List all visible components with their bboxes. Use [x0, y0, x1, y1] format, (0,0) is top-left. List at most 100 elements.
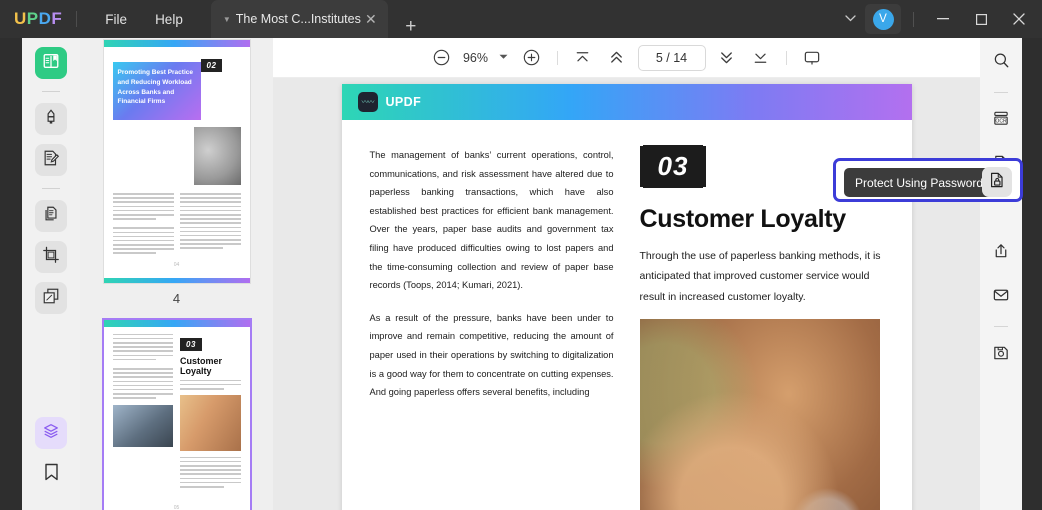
- toolbar-divider: [785, 50, 787, 65]
- marker-pen-icon: [42, 108, 60, 131]
- pdf-page: 〰〰 UPDF The management of banks’ current…: [341, 84, 912, 510]
- minimize-button[interactable]: [924, 0, 962, 38]
- thumbnail-page-number: 4: [172, 290, 181, 306]
- thumbnail-header-bar: [103, 319, 250, 327]
- zoom-level-value: 96%: [462, 50, 489, 65]
- thumbnail-photo: [193, 127, 241, 185]
- search-icon: [993, 52, 1010, 74]
- document-viewer: 96% 5 / 14 〰〰 UPDF The management of ban…: [273, 38, 980, 510]
- thumbnail-footer-page: 05: [173, 505, 180, 510]
- tooltip-protect-using-password: Protect Using Password: [844, 168, 996, 197]
- left-tool-rail: [22, 38, 80, 510]
- menu-file[interactable]: File: [91, 6, 141, 33]
- thumbnail-item[interactable]: 02 Promoting Best Practice and Reducing …: [80, 38, 273, 320]
- edit-document-icon: [42, 149, 60, 172]
- thumbnail-column-right: 03 Customer Loyalty: [180, 334, 241, 490]
- page-number-input[interactable]: 5 / 14: [637, 44, 706, 71]
- section-number-badge: 03: [639, 146, 707, 187]
- paragraph: The management of banks’ current operati…: [369, 150, 614, 291]
- right-item-save[interactable]: [986, 340, 1016, 370]
- envelope-icon: [992, 286, 1010, 309]
- chevron-down-icon[interactable]: [835, 13, 865, 25]
- thumbnail-header-bar: [103, 40, 250, 47]
- protect-using-password-highlight[interactable]: Protect Using Password: [833, 158, 1023, 202]
- updf-application-window: U P D F File Help ▼ The Most C...Institu…: [0, 0, 1042, 510]
- document-tab[interactable]: ▼ The Most C...Institutes ✕: [210, 0, 388, 38]
- first-page-button[interactable]: [566, 43, 600, 73]
- window-controls-divider: [913, 11, 914, 27]
- pages-icon: [42, 205, 60, 228]
- call-center-agents-photo: [639, 319, 880, 510]
- rail-divider: [994, 92, 1008, 93]
- document-lock-icon: [988, 171, 1006, 194]
- batch-stack-icon: [42, 287, 60, 310]
- maximize-button[interactable]: [962, 0, 1000, 38]
- thumbnail-footer-bar: [103, 277, 250, 283]
- sidebar-item-layers[interactable]: [35, 417, 67, 449]
- sidebar-item-reader[interactable]: [35, 47, 67, 79]
- bookmark-icon: [44, 463, 59, 486]
- logo-letter-p: P: [26, 9, 39, 28]
- sidebar-item-crop[interactable]: [35, 241, 67, 273]
- logo-letter-d: D: [38, 9, 52, 28]
- new-tab-button[interactable]: +: [400, 16, 422, 38]
- right-item-email[interactable]: [986, 282, 1016, 312]
- rail-divider: [994, 326, 1008, 327]
- thumbnail-card-page-5[interactable]: 03 Customer Loyalty 05: [103, 319, 250, 510]
- thumbnail-column-left: [112, 193, 174, 257]
- thumbnail-section-badge: 02: [200, 59, 223, 72]
- tab-close-icon[interactable]: ✕: [362, 11, 380, 28]
- sidebar-item-organize-pages[interactable]: [35, 200, 67, 232]
- svg-text:OCR: OCR: [995, 118, 1007, 124]
- last-page-button[interactable]: [744, 43, 778, 73]
- title-bar: U P D F File Help ▼ The Most C...Institu…: [0, 0, 1042, 38]
- zoom-out-button[interactable]: [425, 43, 459, 73]
- thumbnail-title-block: Promoting Best Practice and Reducing Wor…: [112, 62, 201, 120]
- sidebar-item-highlighter[interactable]: [35, 103, 67, 135]
- toolbar-divider: [556, 50, 558, 65]
- page-brand-name: UPDF: [385, 95, 422, 109]
- avatar: V: [872, 8, 894, 30]
- share-upload-icon: [992, 242, 1010, 265]
- logo-letter-f: F: [51, 9, 63, 28]
- right-item-search[interactable]: [986, 48, 1016, 78]
- next-page-button[interactable]: [710, 43, 744, 73]
- zoom-dropdown-icon[interactable]: [493, 53, 515, 62]
- thumbnail-text-columns: [112, 185, 241, 257]
- page-left-column: The management of banks’ current operati…: [370, 146, 614, 510]
- right-item-ocr[interactable]: OCR: [986, 106, 1016, 136]
- thumbnail-column-left: [112, 333, 173, 490]
- document-toolbar: 96% 5 / 14: [273, 38, 980, 78]
- crop-icon: [42, 246, 60, 269]
- logo-letter-u: U: [14, 9, 27, 28]
- thumbnail-photo-left: [112, 404, 173, 447]
- thumbnail-item[interactable]: 03 Customer Loyalty 05 5: [80, 319, 273, 510]
- thumbnail-body: 03 Customer Loyalty: [104, 327, 250, 500]
- page-brand-header: 〰〰 UPDF: [341, 84, 912, 120]
- thumbnail-body: 02 Promoting Best Practice and Reducing …: [104, 47, 250, 278]
- sidebar-item-batch[interactable]: [35, 282, 67, 314]
- presentation-mode-button[interactable]: [795, 43, 829, 73]
- protect-button[interactable]: [982, 167, 1012, 197]
- thumbnail-column-right: [179, 193, 241, 257]
- section-heading: Customer Loyalty: [639, 205, 847, 233]
- right-tool-rail: OCR: [980, 38, 1022, 510]
- sidebar-item-bookmark[interactable]: [35, 458, 67, 490]
- thumbnail-section-badge: 03: [180, 337, 202, 351]
- page-canvas[interactable]: 〰〰 UPDF The management of banks’ current…: [273, 78, 980, 510]
- menu-help[interactable]: Help: [141, 6, 197, 33]
- section-intro-paragraph: Through the use of paperless banking met…: [639, 250, 881, 303]
- title-bar-divider: [76, 11, 78, 27]
- save-disk-icon: [992, 344, 1010, 367]
- sidebar-item-edit[interactable]: [35, 144, 67, 176]
- close-button[interactable]: [1000, 0, 1038, 38]
- zoom-in-button[interactable]: [515, 43, 549, 73]
- previous-page-button[interactable]: [600, 43, 634, 73]
- page-logo-icon: 〰〰: [357, 92, 378, 112]
- tab-dropdown-icon[interactable]: ▼: [219, 15, 235, 24]
- page-thumbnail-panel[interactable]: 02 Promoting Best Practice and Reducing …: [80, 38, 273, 510]
- right-item-share[interactable]: [986, 238, 1016, 268]
- account-avatar-button[interactable]: V: [865, 4, 901, 34]
- layers-icon: [42, 422, 60, 445]
- thumbnail-card-page-4[interactable]: 02 Promoting Best Practice and Reducing …: [103, 40, 250, 283]
